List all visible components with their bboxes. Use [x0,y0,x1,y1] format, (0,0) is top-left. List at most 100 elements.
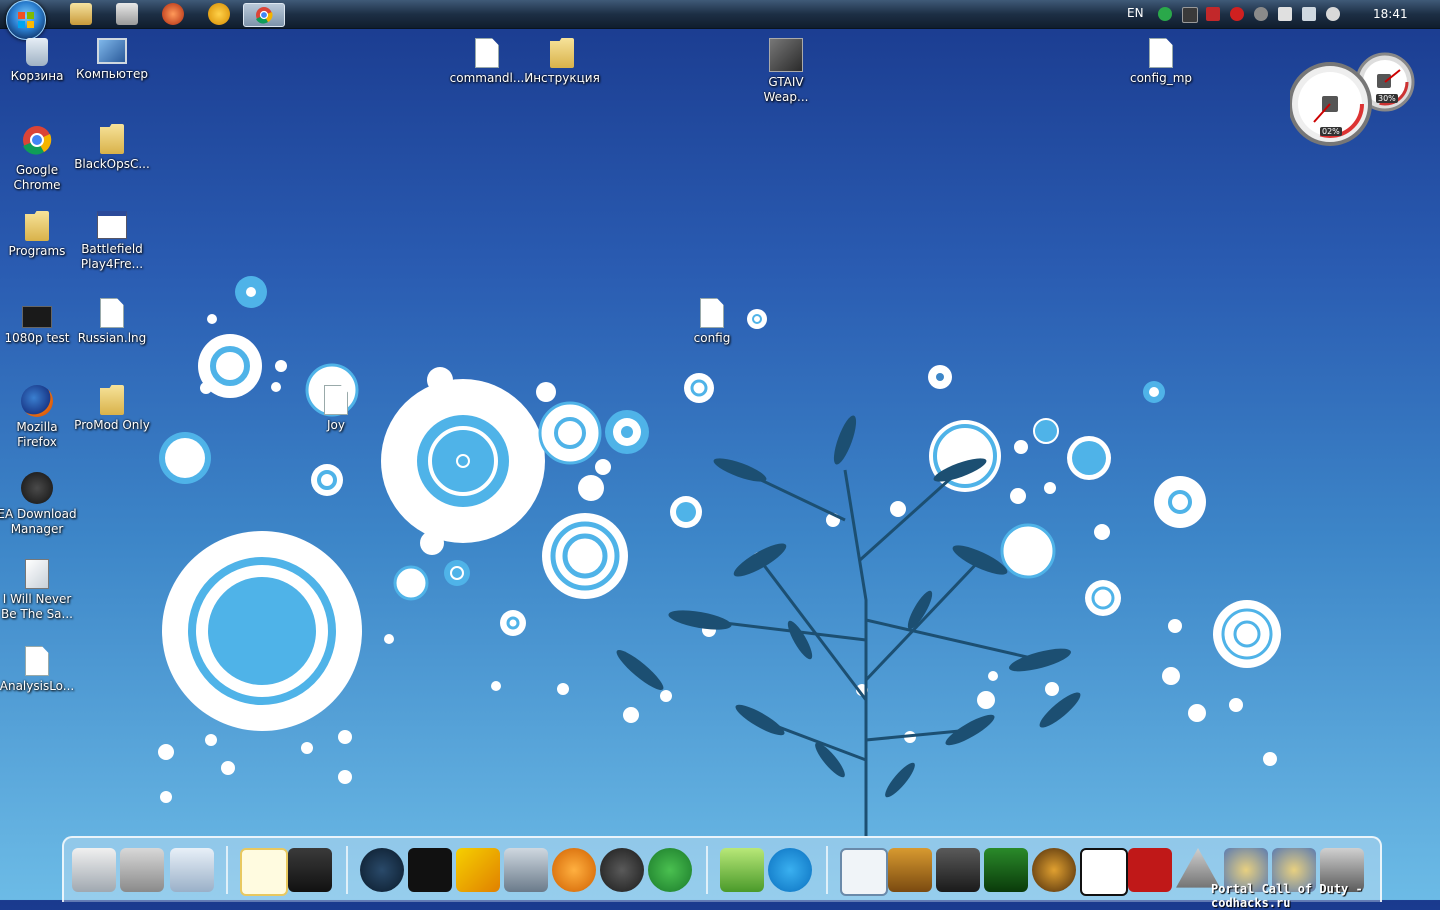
icon-label: Battlefield Play4Fre... [80,242,144,271]
folder-icon [100,124,124,154]
file-icon [1149,38,1173,68]
monitor-tray-icon[interactable] [1182,7,1198,23]
desktop-icon-computer[interactable]: Компьютер [72,38,152,82]
speaker-alert-tray-icon[interactable] [1206,7,1220,21]
dock-07-icon[interactable] [1128,848,1172,892]
desktop-icon-i-will-never[interactable]: I Will Never Be The Sa... [0,559,77,622]
folder-icon [25,211,49,241]
dock-separator [346,846,348,894]
watermark-text: Portal Call of Duty - codhacks.ru [1211,882,1363,910]
desktop-wallpaper [158,276,1281,836]
clock[interactable]: 18:41 [1373,7,1408,21]
desktop-icon-blackopsc[interactable]: BlackOpsC... [72,124,152,172]
safely-remove-tray-icon[interactable] [1278,7,1292,21]
dock-computer-icon[interactable] [72,848,116,892]
folder-icon [550,38,574,68]
icon-label: 1080p test [4,331,70,345]
steam-tray-icon[interactable] [1254,7,1268,21]
dock-game-2-icon[interactable] [888,848,932,892]
gtaiv-image-icon [769,38,803,72]
dock-flame-icon[interactable] [408,848,452,892]
desktop-icon-battlefield[interactable]: Battlefield Play4Fre... [72,211,152,272]
folder-icon [100,385,124,415]
dock-tools-icon[interactable] [120,848,164,892]
icon-label: Google Chrome [13,163,61,192]
dock-monitor-icon[interactable] [288,848,332,892]
memory-percent: 30% [1376,94,1398,103]
error-tray-icon[interactable] [1230,7,1244,21]
desktop-icon-google-chrome[interactable]: Google Chrome [0,124,77,193]
calculator-quicklaunch-icon[interactable] [116,3,138,25]
desktop-icon-1080p-test[interactable]: 1080p test [0,298,77,346]
desktop-icon-config-mp[interactable]: config_mp [1121,38,1201,86]
desktop-icon-instruktsiya[interactable]: Инструкция [522,38,602,86]
utorrent-icon[interactable] [648,848,692,892]
volume-tray-icon[interactable] [1326,7,1340,21]
dock-soldier-icon[interactable] [936,848,980,892]
desktop-icon-analysislo[interactable]: AnalysisLo... [0,646,77,694]
icon-label: Russian.lng [77,331,147,345]
dock-mw-icon[interactable] [984,848,1028,892]
dock-orange-icon[interactable] [552,848,596,892]
desktop-icon-mozilla-firefox[interactable]: Mozilla Firefox [0,385,77,450]
ea-icon [21,472,53,504]
desktop-icon-joy[interactable]: Joy [296,385,376,433]
dock-camera-icon[interactable] [360,848,404,892]
desktop-icon-programs[interactable]: Programs [0,211,77,259]
language-indicator[interactable]: EN [1127,6,1144,20]
icon-label: I Will Never Be The Sa... [1,592,73,621]
dock-recycle-bin-icon[interactable] [170,848,214,892]
dock-lightning-icon[interactable] [456,848,500,892]
computer-icon [97,38,127,64]
windows-logo-icon [18,12,34,28]
icon-label: Инструкция [524,71,600,85]
icon-label: config_mp [1129,71,1193,85]
file-icon [100,298,124,328]
file-icon [700,298,724,328]
dock-window-icon[interactable] [840,848,888,896]
desktop-icon-config[interactable]: config [672,298,752,346]
recycle-bin-icon [26,38,48,66]
dock-gtaiv-icon[interactable] [1080,848,1128,896]
dock-separator [706,846,708,894]
icon-label: ProMod Only [74,418,150,432]
cpu-meter-gadget[interactable]: 02% 30% [1288,52,1420,152]
start-button[interactable] [6,0,46,40]
wallpaper-leaves [616,415,1081,798]
desktop-icon-russian-lng[interactable]: Russian.lng [72,298,152,346]
dock-green-app-icon[interactable] [720,848,764,892]
icon-label: Корзина [10,69,64,83]
network-tray-icon[interactable] [1302,7,1316,21]
chrome-taskbar-button[interactable] [243,3,285,27]
desktop-icon-promod-only[interactable]: ProMod Only [72,385,152,433]
video-icon [22,306,52,328]
mail-quicklaunch-icon[interactable] [208,3,230,25]
explorer-quicklaunch-icon[interactable] [70,3,92,25]
app-quicklaunch-icon[interactable] [162,3,184,25]
icon-label: Joy [327,418,345,432]
dock-separator [826,846,828,894]
dock-app-icon[interactable] [240,848,288,896]
file-icon [475,38,499,68]
steam-icon[interactable] [600,848,644,892]
utorrent-tray-icon[interactable] [1158,7,1172,21]
dock-radiation-icon[interactable] [1032,848,1076,892]
app-dock [62,836,1382,902]
icon-label: GTAIV Weap... [763,75,809,104]
icon-label: Mozilla Firefox [16,420,58,449]
icon-label: EA Download Manager [0,507,77,536]
desktop-icon-commandl[interactable]: commandl... [447,38,527,86]
dock-display-icon[interactable] [504,848,548,892]
file-icon [324,385,348,415]
skype-icon[interactable] [768,848,812,892]
icon-label: Programs [8,244,66,258]
icon-label: Компьютер [76,67,148,81]
desktop-icon-recycle-bin[interactable]: Корзина [0,38,77,84]
gauge-icon [1288,52,1415,146]
desktop-icon-ea-download-manager[interactable]: EA Download Manager [0,472,77,537]
chrome-icon [256,7,273,24]
file-icon [25,646,49,676]
window-icon [97,211,127,239]
icon-label: BlackOpsC... [74,157,150,171]
desktop-icon-gtaiv-weap[interactable]: GTAIV Weap... [746,38,826,105]
